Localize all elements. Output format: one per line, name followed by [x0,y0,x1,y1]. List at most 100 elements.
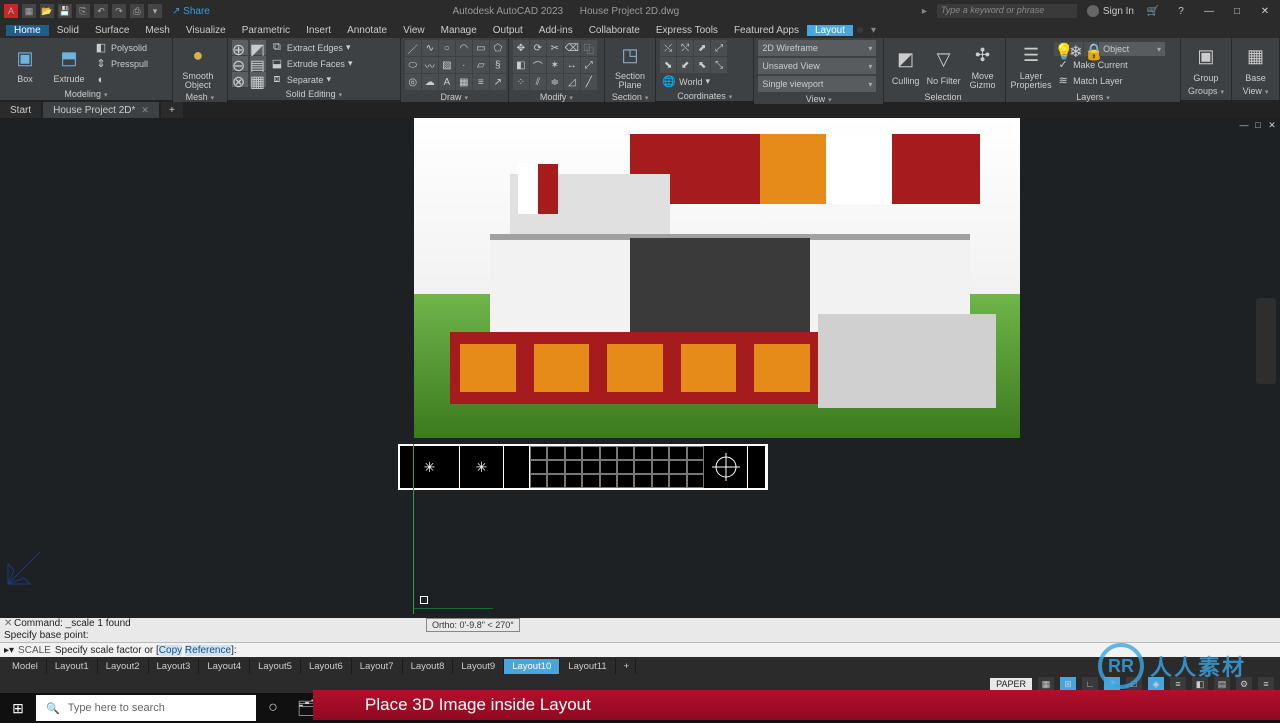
ltab-layout2[interactable]: Layout2 [98,659,149,674]
extrude-button[interactable]: ⬒Extrude [48,43,90,84]
qat-arrow-icon[interactable]: ▾ [148,4,162,18]
mirror-icon[interactable]: ◧ [513,57,529,73]
box-button[interactable]: ▣Box [4,43,46,84]
drawing-area[interactable]: —□✕ ✳ ✳ Ortho: 0'-9.8" < 270° [0,118,1280,618]
panel-mesh[interactable]: Mesh [173,92,227,102]
polygon-icon[interactable]: ⬠ [490,40,506,56]
table-icon[interactable]: ▦ [456,74,472,90]
app-store-icon[interactable]: 🛒 [1144,6,1162,17]
scale-icon[interactable]: ⤢ [581,57,597,73]
movegizmo-button[interactable]: ✣Move Gizmo [964,40,1001,90]
layer-bulb-icon[interactable]: 💡 [1054,42,1068,56]
circle-icon[interactable]: ○ [439,40,455,56]
qat-save-icon[interactable]: 💾 [58,4,72,18]
ucs-icon-7[interactable]: ⬉ [694,57,710,73]
tab-collaborate[interactable]: Collaborate [581,25,648,36]
ltab-model[interactable]: Model [4,659,47,674]
extrudefaces-button[interactable]: ⬓Extrude Faces▾ [268,56,355,71]
tab-manage[interactable]: Manage [433,25,485,36]
panel-modeling[interactable]: Modeling [0,89,172,100]
rotate-icon[interactable]: ⟳ [530,40,546,56]
task-cortana-icon[interactable]: ○ [256,693,290,723]
panel-groups[interactable]: Groups [1181,86,1231,100]
panel-draw[interactable]: Draw [401,92,508,102]
trim-icon[interactable]: ✂ [547,40,563,56]
line-icon[interactable]: ／ [405,40,421,56]
tab-solid[interactable]: Solid [49,25,87,36]
status-grid-icon[interactable]: ▦ [1038,677,1054,691]
start-button[interactable]: ⊞ [0,693,36,723]
tab-addins[interactable]: Add-ins [531,25,581,36]
ltab-layout11[interactable]: Layout11 [560,659,615,674]
polysolid-button[interactable]: ◧Polysolid [92,40,150,55]
paper-toggle[interactable]: PAPER [990,678,1032,690]
explode-icon[interactable]: ✶ [547,57,563,73]
erase-icon[interactable]: ⌫ [564,40,580,56]
offset-icon[interactable]: ⫽ [530,74,546,90]
group-button[interactable]: ▣Group [1185,42,1227,83]
base-button[interactable]: ▦Base [1236,42,1275,83]
hatch-icon[interactable]: ▨ [439,57,455,73]
panel-coordinates[interactable]: Coordinates [656,91,753,101]
qat-redo-icon[interactable]: ↷ [112,4,126,18]
copy-icon[interactable]: ⿻ [581,40,597,56]
separate-button[interactable]: ⧈Separate▾ [268,72,355,87]
status-snap-icon[interactable]: ⊞ [1060,677,1076,691]
extractedges-button[interactable]: ⧉Extract Edges▾ [268,40,355,55]
spline-icon[interactable]: 〰 [422,57,438,73]
qat-open-icon[interactable]: 📂 [40,4,54,18]
help-icon[interactable]: ? [1172,6,1190,17]
revolve-button[interactable]: ◐ [92,72,150,87]
nofilter-button[interactable]: ▽No Filter [925,45,962,86]
cmd-chevron-icon[interactable]: ▸▾ [4,645,14,656]
tab-parametric[interactable]: Parametric [234,25,298,36]
ltab-layout9[interactable]: Layout9 [453,659,504,674]
signin-button[interactable]: Sign In [1087,5,1134,17]
maximize-button[interactable]: □ [1228,6,1246,17]
arc-icon[interactable]: ◠ [456,40,472,56]
array-icon[interactable]: ⁘ [513,74,529,90]
tab-current-doc[interactable]: House Project 2D*✕ [43,102,159,118]
windows-search[interactable]: 🔍Type here to search [36,695,256,721]
tab-output[interactable]: Output [485,25,531,36]
ray-icon[interactable]: ↗ [490,74,506,90]
layer-freeze-icon[interactable]: ❄ [1069,42,1083,56]
panel-solidediting[interactable]: Solid Editing [228,89,400,100]
text-icon[interactable]: A [439,74,455,90]
layerprops-button[interactable]: ☰Layer Properties [1010,40,1052,90]
close-tab-icon[interactable]: ✕ [141,105,149,116]
union-icon[interactable]: ⊕ [232,40,248,55]
namedview-dropdown[interactable]: Unsaved View [758,58,876,74]
fillet-icon[interactable]: ⌒ [530,57,546,73]
matchlayer-button[interactable]: ≋Match Layer [1054,73,1165,88]
donut-icon[interactable]: ◎ [405,74,421,90]
ltab-layout7[interactable]: Layout7 [352,659,403,674]
ltab-add[interactable]: + [616,659,636,674]
ucs-icon-5[interactable]: ⬊ [660,57,676,73]
revcloud-icon[interactable]: ☁ [422,74,438,90]
tab-visualize[interactable]: Visualize [178,25,234,36]
command-line[interactable]: ✕Command: _scale 1 found Specify base po… [0,618,1280,657]
move-icon[interactable]: ✥ [513,40,529,56]
navigation-bar[interactable] [1256,298,1276,384]
share-button[interactable]: ↗ Share [172,6,210,17]
mline-icon[interactable]: ≡ [473,74,489,90]
thicken-icon[interactable]: ▤ [250,56,266,71]
smoothobject-button[interactable]: ●Smooth Object [177,40,219,90]
sectionplane-button[interactable]: ◳Section Plane [609,40,651,90]
presspull-button[interactable]: ⇕Presspull [92,56,150,71]
ltab-layout1[interactable]: Layout1 [47,659,98,674]
qat-new-icon[interactable]: ▦ [22,4,36,18]
tab-expresstools[interactable]: Express Tools [648,25,726,36]
stretch-icon[interactable]: ↔ [564,57,580,73]
ucs-icon-2[interactable]: ⤲ [677,40,693,56]
tab-new[interactable]: + [161,102,183,118]
qat-print-icon[interactable]: ⎙ [130,4,144,18]
ltab-layout10[interactable]: Layout10 [504,659,560,674]
vp-max-icon[interactable]: □ [1252,120,1264,130]
vp-min-icon[interactable]: — [1238,120,1250,130]
tab-layout[interactable]: Layout [807,25,853,36]
tab-view[interactable]: View [395,25,433,36]
break-icon[interactable]: ╱ [581,74,597,90]
status-ortho-icon[interactable]: ∟ [1082,677,1098,691]
